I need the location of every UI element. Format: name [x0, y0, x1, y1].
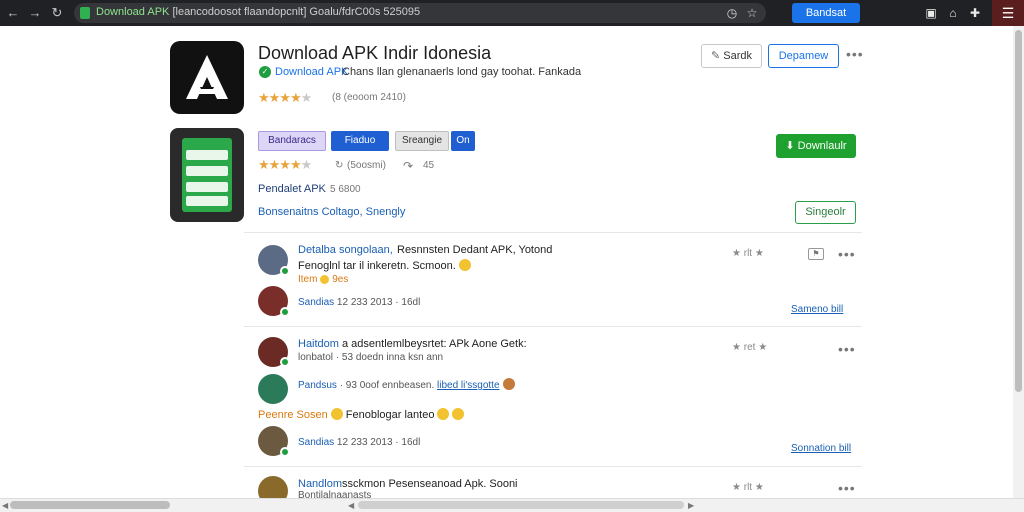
developer-description: Chans llan glenanaerls lond gay toohat. …	[342, 66, 582, 78]
emoji-icon	[437, 408, 450, 420]
app-logo	[170, 41, 244, 114]
comment-tag: Item 9es	[298, 274, 349, 285]
reply-meta: Sandias 12 233 2013 · 16dl	[298, 437, 421, 448]
download-icon[interactable]: ▣	[922, 4, 940, 22]
category-link[interactable]: Bonsenaitns Coltago, Snengly	[258, 206, 405, 218]
refresh-icon[interactable]: ↻	[335, 160, 343, 171]
share-arrow-icon[interactable]: ↷	[403, 159, 413, 173]
scroll-right-icon[interactable]: ▶	[688, 501, 694, 510]
report-icon[interactable]: ⚑	[808, 248, 824, 260]
logo-mark-icon	[186, 55, 228, 101]
tab-chip-1[interactable]: Bandaracs	[258, 131, 326, 151]
page-title: Download APK Indir Idonesia	[258, 43, 492, 63]
rating-count: (5oosmi)	[347, 160, 386, 171]
online-badge-icon	[280, 357, 290, 367]
download-button[interactable]: ⬇ Downlaulr	[776, 134, 856, 158]
rating-stars: ★★★★★	[258, 157, 312, 172]
avatar[interactable]	[258, 374, 288, 404]
screen-row	[186, 196, 228, 206]
scroll-left-icon[interactable]: ◀	[348, 501, 354, 510]
browser-menu-icon[interactable]: ☰	[992, 0, 1024, 26]
share-app-button[interactable]: Singeolr	[795, 201, 856, 224]
comment-body: Fenoglnl tar il inkeretn. Scmoon.	[298, 259, 471, 272]
verified-icon: ✓	[259, 66, 271, 78]
app-screenshot[interactable]	[170, 128, 244, 222]
rating-count: (8 (eooom 2410)	[332, 92, 406, 103]
divider	[244, 326, 862, 327]
divider	[244, 466, 862, 467]
follow-button[interactable]: Depamew	[768, 44, 839, 68]
developer-link[interactable]: Download APK	[275, 66, 348, 78]
online-badge-icon	[280, 307, 290, 317]
online-badge-icon	[280, 447, 290, 457]
comment-title: ssckmon Pesenseanoad Apk. Sooni	[342, 478, 518, 490]
emoji-icon	[452, 408, 465, 420]
comment-author[interactable]: Nandlom	[298, 478, 342, 490]
comment-rating[interactable]: ★ rlt ★	[732, 248, 764, 259]
pencil-icon: ✎	[710, 50, 724, 62]
bookmark-star-icon[interactable]: ☆	[744, 5, 760, 21]
highlight-label: Peenre Sosen Fenoblogar lanteo	[258, 408, 465, 421]
comment-options-icon[interactable]: •••	[838, 480, 856, 496]
comment-meta: lonbatol · 53 doedn inna ksn ann	[298, 352, 444, 363]
rating-stars: ★★★★★	[258, 90, 312, 105]
screen-row	[186, 166, 228, 176]
reply-meta: Sandias 12 233 2013 · 16dl	[298, 297, 421, 308]
comment-options-icon[interactable]: •••	[838, 341, 856, 357]
extension-button[interactable]: Bandsat	[792, 3, 860, 23]
tab-chip-3[interactable]: Sreangie	[395, 131, 449, 151]
share-button[interactable]: ✎ Sardk	[701, 44, 762, 68]
back-icon[interactable]: ←	[4, 4, 22, 22]
reply-meta: Pandsus · 93 0oof ennbeasen. libed li'ss…	[298, 378, 515, 391]
comment-author[interactable]: Haitdom	[298, 338, 339, 350]
file-name-link[interactable]: Pendalet APK	[258, 183, 326, 195]
comment-title: a adsentlemlbeysrtet: APk Aone Getk:	[342, 338, 527, 350]
screen-row	[186, 182, 228, 192]
emoji-icon	[502, 378, 515, 390]
horizontal-scroll-thumb[interactable]	[358, 501, 684, 509]
puzzle-icon[interactable]: ✚	[966, 4, 984, 22]
horizontal-scroll-thumb[interactable]	[10, 501, 170, 509]
file-size: 5 6800	[330, 184, 361, 195]
reload-icon[interactable]: ↻	[48, 4, 66, 22]
share-count: 45	[423, 160, 435, 171]
comment-rating[interactable]: ★ ret ★	[732, 342, 767, 353]
tab-chip-4[interactable]: On	[451, 131, 475, 151]
screen-row	[186, 150, 228, 160]
url-text: Download APK [leancodoosot flaandopcnlt]…	[96, 6, 421, 18]
view-replies-link[interactable]: Sonnation bill	[791, 443, 851, 454]
emoji-icon	[330, 408, 343, 420]
history-icon[interactable]: ◷	[724, 5, 740, 21]
comment-rating[interactable]: ★ rlt ★	[732, 482, 764, 493]
home-icon[interactable]: ⌂	[944, 4, 962, 22]
download-icon: ⬇	[785, 140, 798, 152]
divider	[244, 232, 862, 233]
address-bar[interactable]: Download APK [leancodoosot flaandopcnlt]…	[74, 3, 766, 23]
comment-options-icon[interactable]: •••	[838, 246, 856, 262]
comment-title: Resnnsten Dedant APK, Yotond	[397, 244, 553, 256]
online-badge-icon	[280, 266, 290, 276]
view-replies-link[interactable]: Sameno bill	[791, 304, 843, 315]
comment-author[interactable]: Detalba songolaan,	[298, 244, 393, 256]
emoji-icon	[320, 275, 330, 284]
more-options-icon[interactable]: •••	[846, 46, 864, 62]
lock-icon	[80, 7, 90, 19]
vertical-scroll-thumb[interactable]	[1015, 30, 1022, 392]
forward-icon[interactable]: →	[26, 4, 44, 22]
scroll-left-icon[interactable]: ◀	[2, 501, 8, 510]
tab-chip-2[interactable]: Fiaduo	[331, 131, 389, 151]
emoji-icon	[458, 259, 471, 271]
